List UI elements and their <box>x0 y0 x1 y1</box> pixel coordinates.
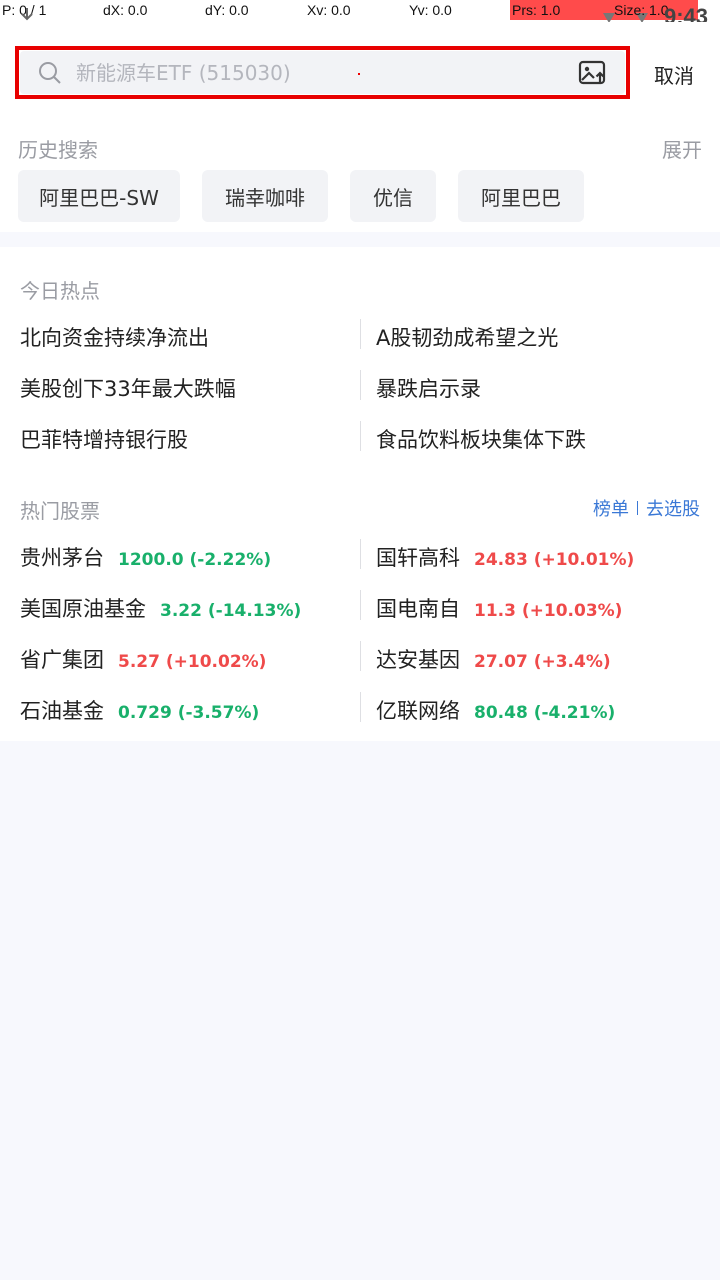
stock-name: 亿联网络 <box>376 699 460 723</box>
stock-name: 美国原油基金 <box>20 597 146 621</box>
hot-stock-item[interactable]: 亿联网络 80.48 (-4.21%) <box>376 695 615 725</box>
delta-x: dX: 0.0 <box>103 2 148 18</box>
stock-quote: 5.27 (+10.02%) <box>118 652 267 672</box>
column-divider <box>360 539 361 569</box>
hot-stock-item[interactable]: 美国原油基金 3.22 (-14.13%) <box>20 593 301 623</box>
history-chip[interactable]: 瑞幸咖啡 <box>202 170 328 222</box>
column-divider <box>360 421 361 451</box>
touch-marker <box>358 73 360 75</box>
search-box[interactable] <box>20 51 625 94</box>
column-divider <box>360 692 361 722</box>
status-bar: P: 0 / 1 dX: 0.0 dY: 0.0 Xv: 0.0 Yv: 0.0… <box>0 0 720 29</box>
stock-picker-link[interactable]: 去选股 <box>646 495 700 521</box>
stock-quote: 3.22 (-14.13%) <box>160 601 302 621</box>
rank-list-link[interactable]: 榜单 <box>593 495 629 521</box>
hot-stock-item[interactable]: 达安基因 27.07 (+3.4%) <box>376 644 611 674</box>
hot-topic-item[interactable]: 暴跌启示录 <box>376 373 481 403</box>
stock-name: 石油基金 <box>20 699 104 723</box>
search-input[interactable] <box>76 57 556 89</box>
stock-quote: 1200.0 (-2.22%) <box>118 550 272 570</box>
hot-topic-item[interactable]: 食品饮料板块集体下跌 <box>376 424 586 454</box>
stock-name: 国电南自 <box>376 597 460 621</box>
column-divider <box>360 590 361 620</box>
hot-topic-item[interactable]: 巴菲特增持银行股 <box>20 424 188 454</box>
pressure: Prs: 1.0 <box>512 2 561 18</box>
image-search-icon[interactable] <box>578 58 608 88</box>
touch-size: Size: 1.0 <box>614 2 669 18</box>
velocity-y: Yv: 0.0 <box>409 2 452 18</box>
hot-topics-title: 今日热点 <box>20 279 100 303</box>
hot-stock-item[interactable]: 贵州茅台 1200.0 (-2.22%) <box>20 542 271 572</box>
search-icon <box>39 62 61 84</box>
expand-history-button[interactable]: 展开 <box>662 134 702 163</box>
velocity-x: Xv: 0.0 <box>307 2 351 18</box>
stock-name: 国轩高科 <box>376 546 460 570</box>
stock-name: 省广集团 <box>20 648 104 672</box>
stock-name: 贵州茅台 <box>20 546 104 570</box>
hot-stocks-links: 榜单 去选股 <box>593 495 700 521</box>
stock-quote: 0.729 (-3.57%) <box>118 703 260 723</box>
stock-quote: 80.48 (-4.21%) <box>474 703 616 723</box>
history-chip[interactable]: 阿里巴巴-SW <box>18 170 180 222</box>
column-divider <box>360 319 361 349</box>
hot-topic-item[interactable]: 北向资金持续净流出 <box>20 322 209 352</box>
hot-topic-item[interactable]: A股韧劲成希望之光 <box>376 322 558 352</box>
hot-stock-item[interactable]: 国电南自 11.3 (+10.03%) <box>376 593 622 623</box>
history-chip[interactable]: 阿里巴巴 <box>458 170 584 222</box>
column-divider <box>360 641 361 671</box>
cancel-button[interactable]: 取消 <box>654 60 694 89</box>
link-separator <box>637 501 638 515</box>
hot-topic-item[interactable]: 美股创下33年最大跌幅 <box>20 373 236 403</box>
history-title: 历史搜索 <box>18 138 98 162</box>
hot-stocks-title: 热门股票 <box>20 499 100 523</box>
delta-y: dY: 0.0 <box>205 2 249 18</box>
stock-quote: 24.83 (+10.01%) <box>474 550 635 570</box>
stock-name: 达安基因 <box>376 648 460 672</box>
hot-stock-item[interactable]: 省广集团 5.27 (+10.02%) <box>20 644 266 674</box>
hot-stock-item[interactable]: 国轩高科 24.83 (+10.01%) <box>376 542 634 572</box>
search-header: 取消 历史搜索 展开 阿里巴巴-SW 瑞幸咖啡 优信 阿里巴巴 <box>0 22 720 232</box>
stock-quote: 11.3 (+10.03%) <box>474 601 623 621</box>
history-chip[interactable]: 优信 <box>350 170 436 222</box>
hot-card: 今日热点 北向资金持续净流出 A股韧劲成希望之光 美股创下33年最大跌幅 暴跌启… <box>0 247 720 741</box>
column-divider <box>360 370 361 400</box>
hot-stock-item[interactable]: 石油基金 0.729 (-3.57%) <box>20 695 259 725</box>
stock-quote: 27.07 (+3.4%) <box>474 652 611 672</box>
